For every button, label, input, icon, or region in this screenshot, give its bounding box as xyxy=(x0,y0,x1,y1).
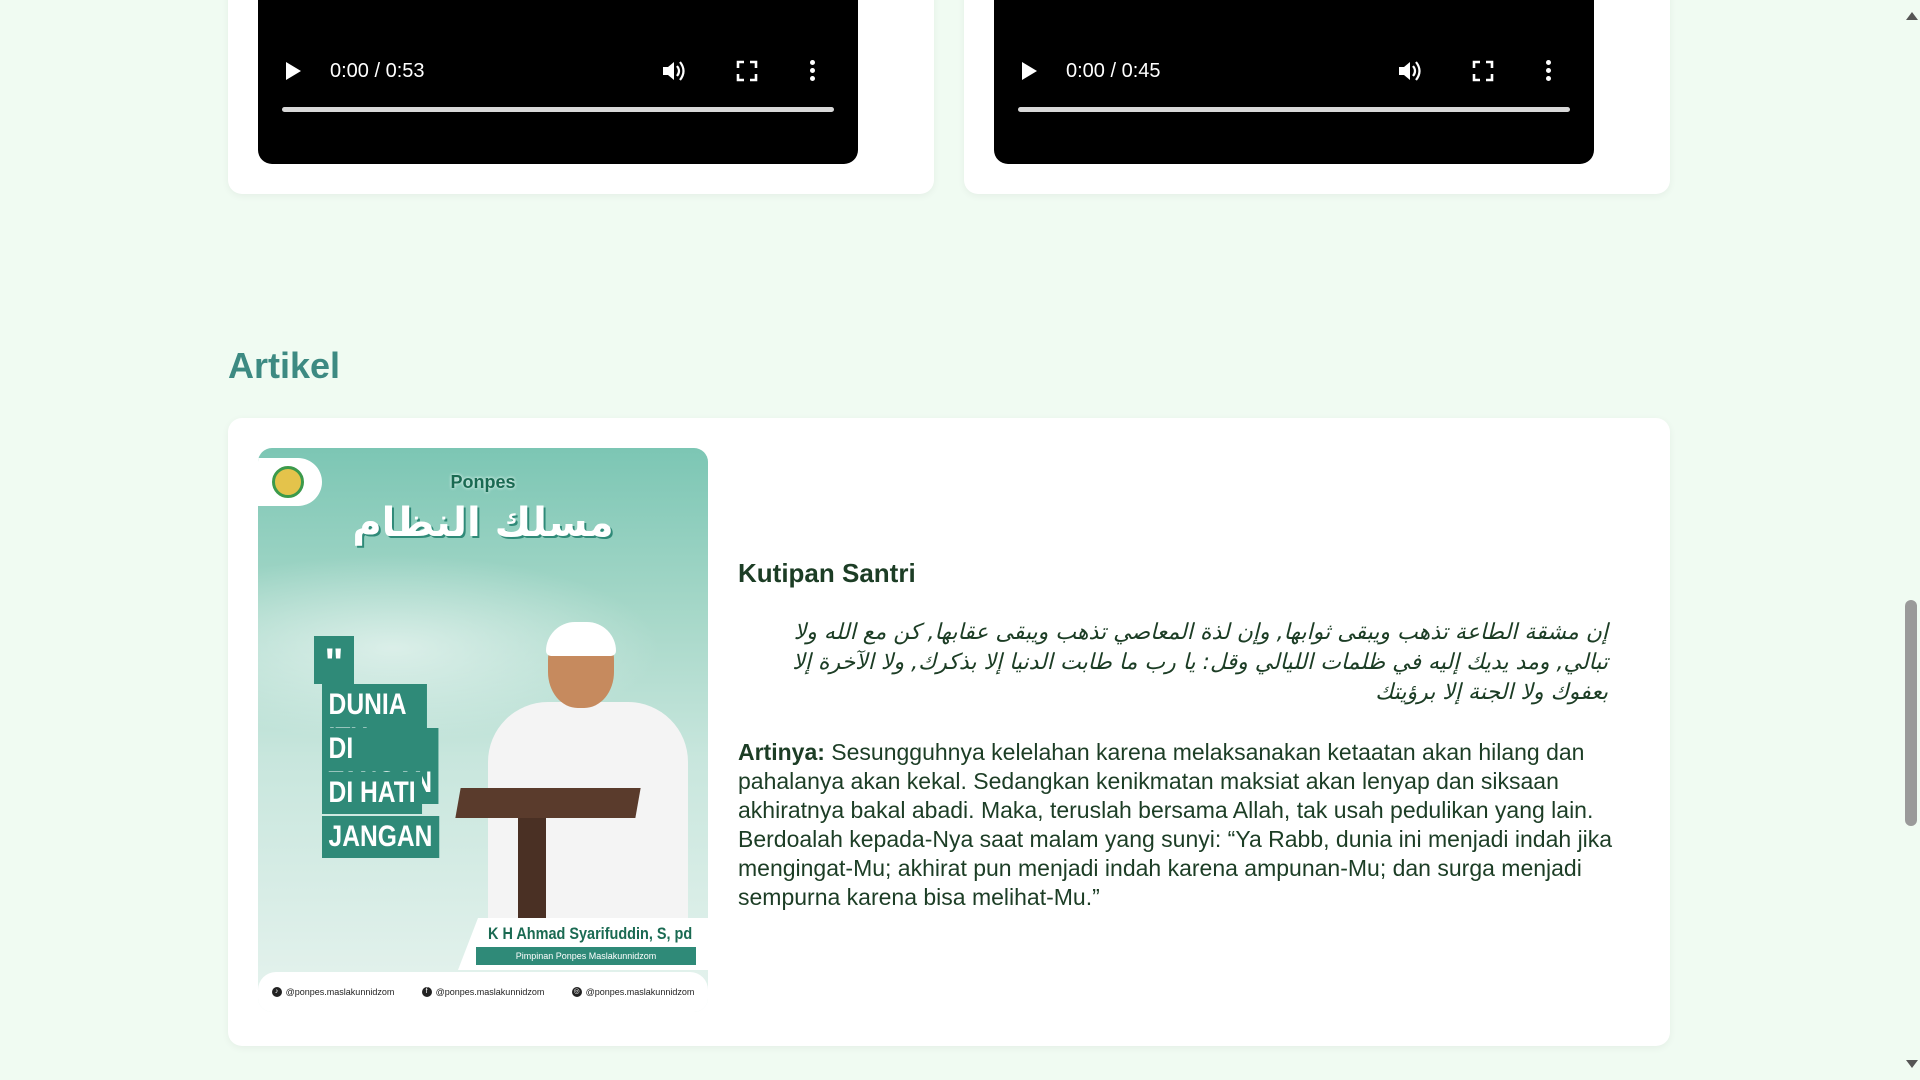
more-options-icon[interactable] xyxy=(1544,60,1552,84)
video-player[interactable]: 0:00 / 0:53 xyxy=(258,0,858,164)
section-title: Artikel xyxy=(228,345,341,386)
fullscreen-icon[interactable] xyxy=(736,60,758,82)
article-arabic-quote: إن مشقة الطاعة تذهب ويبقى ثوابها, وإن لذ… xyxy=(792,620,1608,705)
article-title: Kutipan Santri xyxy=(738,558,916,588)
facebook-handle: f @ponpes.maslakunnidzom xyxy=(421,987,545,997)
image-brand-small: Ponpes xyxy=(450,472,516,492)
page: 0:00 / 0:53 0:00 / 0:45 Artikel Ponpes م… xyxy=(0,0,1902,1080)
video-card: 0:00 / 0:53 xyxy=(228,0,934,194)
quote-box: " DUNIA ITU DI TANGAN DI HATI JANGAN xyxy=(314,636,450,996)
article-body: Artinya: Sesungguhnya kelelahan karena m… xyxy=(738,738,1638,912)
quote-line: JANGAN xyxy=(322,816,440,858)
speaker-role: Pimpinan Ponpes Maslakunnidzom xyxy=(476,947,696,965)
tiktok-handle: ♪ @ponpes.maslakunnidzom xyxy=(271,987,395,997)
video-card: 0:00 / 0:45 xyxy=(964,0,1670,194)
video-player[interactable]: 0:00 / 0:45 xyxy=(994,0,1594,164)
instagram-icon: ◎ xyxy=(571,987,582,997)
social-handle-text: @ponpes.maslakunnidzom xyxy=(585,987,695,997)
speaker-figure xyxy=(455,622,688,968)
instagram-handle: ◎ @ponpes.maslakunnidzom xyxy=(571,987,695,997)
speaker-name-plate: K H Ahmad Syarifuddin, S, pd Pimpinan Po… xyxy=(458,918,708,970)
social-handle-text: @ponpes.maslakunnidzom xyxy=(285,987,395,997)
scroll-up-arrow-icon[interactable] xyxy=(1906,12,1918,20)
facebook-icon: f xyxy=(421,987,432,997)
article-body-label: Artinya: xyxy=(738,739,825,765)
social-handle-text: @ponpes.maslakunnidzom xyxy=(435,987,545,997)
volume-icon[interactable] xyxy=(661,59,687,83)
video-time: 0:00 / 0:45 xyxy=(1066,60,1161,82)
play-icon[interactable] xyxy=(1022,62,1037,80)
speaker-name: K H Ahmad Syarifuddin, S, pd xyxy=(488,924,693,943)
video-progress-bar[interactable] xyxy=(282,107,834,112)
more-options-icon[interactable] xyxy=(808,60,816,84)
scrollbar[interactable] xyxy=(1902,0,1920,1080)
scrollbar-thumb[interactable] xyxy=(1905,600,1917,826)
article-image: Ponpes مسلك النظام " DUNIA ITU DI TANGAN… xyxy=(258,448,708,1012)
article-body-text: Sesungguhnya kelelahan karena melaksanak… xyxy=(738,739,1613,910)
quote-mark-icon: " xyxy=(314,636,354,685)
play-icon[interactable] xyxy=(286,62,301,80)
volume-icon[interactable] xyxy=(1397,59,1423,83)
article-card: Ponpes مسلك النظام " DUNIA ITU DI TANGAN… xyxy=(228,418,1670,1046)
social-handles: ♪ @ponpes.maslakunnidzom f @ponpes.maslaku… xyxy=(258,972,708,1012)
fullscreen-icon[interactable] xyxy=(1472,60,1494,82)
tiktok-icon: ♪ xyxy=(271,987,282,997)
quote-line: DI HATI xyxy=(322,772,423,814)
video-progress-bar[interactable] xyxy=(1018,107,1570,112)
image-brand-arabic: مسلك النظام xyxy=(352,500,614,546)
scroll-down-arrow-icon[interactable] xyxy=(1906,1060,1918,1068)
video-time: 0:00 / 0:53 xyxy=(330,60,425,82)
